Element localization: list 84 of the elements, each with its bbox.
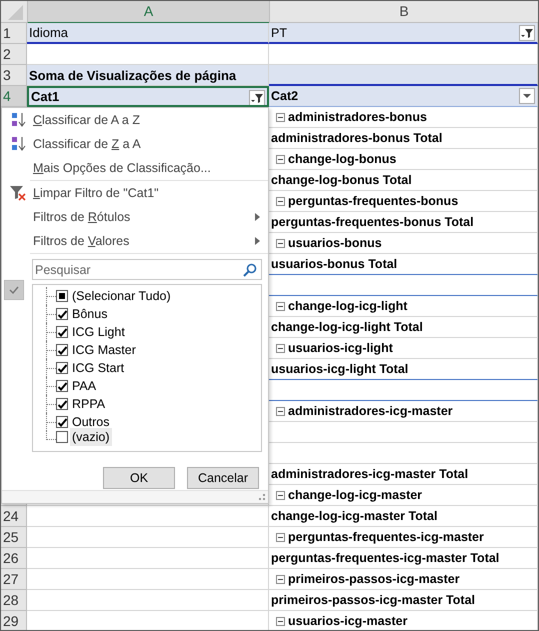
cell-text: administradores-bonus Total — [271, 131, 442, 145]
cell-text: Idioma — [29, 25, 68, 40]
cell-text: administradores-bonus — [288, 110, 427, 124]
cell-text: Soma de Visualizações de página — [29, 68, 236, 82]
row-number[interactable]: 25 — [1, 527, 27, 548]
cancel-button[interactable]: Cancelar — [187, 467, 259, 489]
cell-text: change-log-bonus — [288, 152, 396, 166]
collapse-icon[interactable] — [276, 112, 285, 122]
collapse-icon[interactable] — [276, 154, 285, 164]
checkbox-label[interactable]: RPPA — [70, 395, 108, 413]
cell-text: perguntas-frequentes-bonus — [288, 194, 458, 208]
menu-item[interactable]: Limpar Filtro de "Cat1" — [2, 181, 268, 205]
checkbox[interactable] — [56, 308, 68, 320]
checkbox[interactable] — [56, 326, 68, 338]
menu-item[interactable]: Filtros de Valores — [2, 229, 268, 253]
checkbox[interactable] — [56, 398, 68, 410]
cell-text: usuarios-icg-light Total — [271, 362, 408, 376]
checkbox[interactable] — [56, 431, 68, 443]
cell-text: change-log-icg-master Total — [271, 509, 438, 523]
column-header[interactable]: A — [27, 1, 269, 24]
checkbox[interactable] — [56, 344, 68, 356]
filter-button[interactable] — [519, 25, 535, 41]
cell-text: change-log-bonus Total — [271, 173, 412, 187]
cell-text: usuarios-bonus — [288, 236, 382, 250]
cell-text: administradores-icg-master Total — [271, 467, 468, 481]
row-number[interactable]: 4 — [1, 86, 27, 107]
collapse-icon[interactable] — [276, 302, 285, 310]
dropdown-button[interactable] — [519, 88, 535, 104]
menu-item[interactable]: Mais Opções de Classificação... — [2, 156, 268, 180]
menu-item[interactable]: Classificar de A a Z — [2, 108, 268, 132]
checkbox[interactable] — [56, 416, 68, 428]
collapse-icon[interactable] — [276, 532, 285, 542]
checkbox[interactable] — [56, 362, 68, 374]
check-icon — [4, 280, 24, 300]
checkbox[interactable] — [56, 290, 68, 302]
cell-text: perguntas-frequentes-icg-master — [288, 530, 484, 544]
menu-item[interactable]: Classificar de Z a A — [2, 132, 268, 156]
collapse-icon[interactable] — [276, 616, 285, 626]
row-number[interactable]: 1 — [1, 23, 27, 44]
clear-filter-icon — [9, 185, 26, 201]
filter-button[interactable] — [249, 90, 265, 105]
row-number[interactable]: 28 — [1, 590, 27, 611]
cell-text: primeiros-passos-icg-master Total — [271, 593, 475, 607]
checkbox-label[interactable]: (vazio) — [70, 428, 112, 446]
checkbox-label[interactable]: ICG Master — [70, 341, 138, 359]
checkbox-label[interactable]: (Selecionar Tudo) — [70, 287, 173, 305]
collapse-icon[interactable] — [276, 196, 285, 206]
cell-text: perguntas-frequentes-icg-master Total — [271, 551, 500, 565]
cell-text: change-log-icg-light Total — [271, 320, 423, 334]
collapse-icon[interactable] — [276, 490, 285, 500]
menu-item[interactable]: Filtros de Rótulos — [2, 205, 268, 229]
row-number[interactable]: 29 — [1, 611, 27, 630]
row-number[interactable]: 2 — [1, 44, 27, 65]
cell-text: change-log-icg-master — [288, 488, 422, 502]
cell-text: primeiros-passos-icg-master — [288, 572, 460, 586]
collapse-icon[interactable] — [276, 406, 285, 416]
checkbox-label[interactable]: Bônus — [70, 305, 110, 323]
collapse-icon[interactable] — [276, 574, 285, 584]
cell-text: Cat1 — [31, 89, 60, 104]
cell-text: PT — [271, 26, 287, 40]
checkbox[interactable] — [56, 380, 68, 392]
search-icon[interactable] — [243, 263, 257, 277]
row-number[interactable]: 27 — [1, 569, 27, 590]
cell-text: administradores-icg-master — [288, 404, 453, 418]
cell-text: change-log-icg-light — [288, 299, 408, 313]
sort-ascending-icon — [9, 112, 26, 128]
resize-grip-icon[interactable] — [259, 494, 265, 500]
collapse-icon[interactable] — [276, 238, 285, 248]
cell-text: usuarios-bonus Total — [271, 257, 398, 271]
cell-text: Cat2 — [271, 89, 298, 103]
collapse-icon[interactable] — [276, 344, 285, 352]
row-number[interactable]: 3 — [1, 65, 27, 86]
ok-button[interactable]: OK — [103, 467, 175, 489]
row-number[interactable]: 24 — [1, 506, 27, 527]
cell-text: perguntas-frequentes-bonus Total — [271, 215, 474, 229]
cell-text: usuarios-icg-master — [288, 614, 408, 628]
checkbox-label[interactable]: PAA — [70, 377, 98, 395]
row-number[interactable]: 26 — [1, 548, 27, 569]
search-field[interactable]: Pesquisar — [32, 259, 262, 280]
checkbox-label[interactable]: ICG Light — [70, 323, 127, 341]
checkbox-label[interactable]: Outros — [70, 413, 112, 431]
sort-descending-icon — [9, 136, 26, 152]
checkbox-label[interactable]: ICG Start — [70, 359, 126, 377]
cell-text: usuarios-icg-light — [288, 341, 393, 355]
